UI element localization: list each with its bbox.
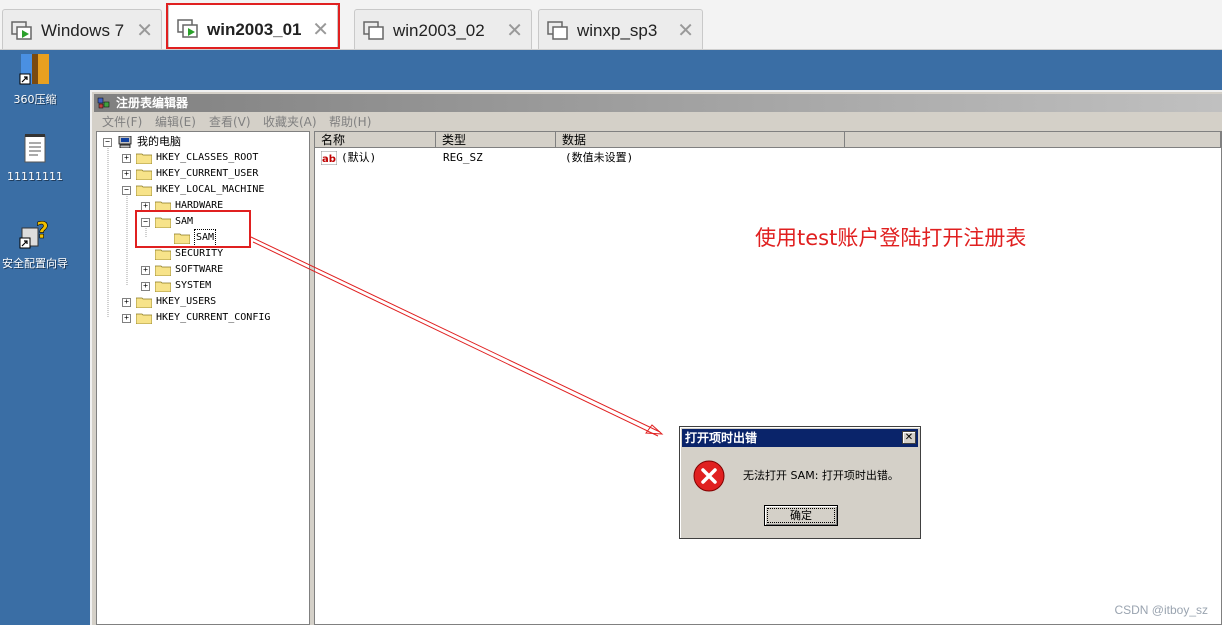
tree-node-label: SYSTEM <box>175 280 212 291</box>
annotation-text: 使用test账户登陆打开注册表 <box>755 226 1027 250</box>
desktop-icon-security-wizard[interactable]: ? 安全配置向导 <box>0 216 70 271</box>
svg-text:?: ? <box>36 219 49 244</box>
folder-icon <box>155 281 171 292</box>
regedit-title: 注册表编辑器 <box>116 96 189 110</box>
column-header-filler <box>845 132 1221 148</box>
tree-node-label: HKEY_LOCAL_MACHINE <box>156 184 265 195</box>
value-type: REG_SZ <box>443 151 483 164</box>
tree-node-label: HKEY_CURRENT_CONFIG <box>156 312 271 323</box>
collapse-icon[interactable]: − <box>103 138 112 147</box>
tree-node-label: SECURITY <box>175 248 224 259</box>
vm-running-icon <box>11 21 32 40</box>
tab-label: Windows 7 <box>41 21 125 40</box>
tab-win2003-01[interactable]: win2003_01 ✕ <box>168 4 338 49</box>
expand-icon[interactable]: + <box>141 282 150 291</box>
dialog-message: 无法打开 SAM: 打开项时出错。 <box>743 469 899 482</box>
sam-highlight-box <box>135 210 251 248</box>
expand-icon[interactable]: + <box>122 314 131 323</box>
watermark: CSDN @itboy_sz <box>1114 603 1208 617</box>
folder-icon <box>136 169 152 180</box>
dialog-title-bar[interactable]: 打开项时出错 ✕ <box>682 429 918 447</box>
value-name: (默认) <box>341 151 377 164</box>
svg-text:ab: ab <box>322 154 336 165</box>
column-header-name[interactable]: 名称 <box>315 132 436 148</box>
ok-button[interactable]: 确定 <box>764 505 838 526</box>
tab-label: win2003_02 <box>393 21 485 40</box>
desktop-icon-textfile[interactable]: 11111111 <box>0 133 70 183</box>
dialog-title: 打开项时出错 <box>685 431 758 445</box>
vm-icon <box>547 21 568 40</box>
menu-edit[interactable]: 编辑(E) <box>155 113 196 131</box>
tab-label: winxp_sp3 <box>577 21 658 40</box>
tree-node-label: 我的电脑 <box>137 135 181 148</box>
desktop-icon-label: 安全配置向导 <box>2 257 68 270</box>
close-icon[interactable]: ✕ <box>506 18 523 43</box>
vm-running-icon <box>177 19 198 38</box>
menu-favorites[interactable]: 收藏夹(A) <box>263 113 317 131</box>
string-value-icon: ab <box>321 151 337 165</box>
tab-win2003-02[interactable]: win2003_02 ✕ <box>354 9 532 49</box>
desktop-icon-label: 11111111 <box>7 170 63 183</box>
archive-icon <box>19 54 49 85</box>
menu-help[interactable]: 帮助(H) <box>329 113 371 131</box>
regedit-title-bar[interactable]: 注册表编辑器 <box>94 94 1222 112</box>
menu-file[interactable]: 文件(F) <box>102 113 142 131</box>
text-file-icon <box>24 134 46 163</box>
value-data: (数值未设置) <box>565 151 634 164</box>
vm-icon <box>363 21 384 40</box>
folder-icon <box>136 313 152 324</box>
close-icon[interactable]: ✕ <box>902 431 916 444</box>
registry-values-list[interactable]: 名称 类型 数据 ab (默认) REG_SZ (数值未设置) <box>314 131 1222 625</box>
desktop-icon-360zip[interactable]: 360压缩 <box>0 52 70 107</box>
computer-icon <box>118 136 132 148</box>
collapse-icon[interactable]: − <box>122 186 131 195</box>
tree-node-label: HKEY_CLASSES_ROOT <box>156 152 259 163</box>
close-icon[interactable]: ✕ <box>136 18 153 43</box>
error-dialog: 打开项时出错 ✕ 无法打开 SAM: 打开项时出错。 确定 <box>679 426 921 539</box>
expand-icon[interactable]: + <box>141 266 150 275</box>
tab-windows-7[interactable]: Windows 7 ✕ <box>2 9 162 49</box>
tree-node-label: HKEY_USERS <box>156 296 217 307</box>
desktop-icon-label: 360压缩 <box>13 93 57 106</box>
tab-winxp-sp3[interactable]: winxp_sp3 ✕ <box>538 9 703 49</box>
menu-view[interactable]: 查看(V) <box>209 113 251 131</box>
folder-icon <box>136 297 152 308</box>
folder-icon <box>136 153 152 164</box>
vm-tab-bar: Windows 7 ✕ win2003_01 ✕ win2003_02 ✕ wi… <box>0 0 1222 50</box>
close-icon[interactable]: ✕ <box>312 17 329 42</box>
expand-icon[interactable]: + <box>122 154 131 163</box>
folder-icon <box>155 249 171 260</box>
menu-bar: 文件(F) 编辑(E) 查看(V) 收藏夹(A) 帮助(H) <box>94 113 1222 131</box>
regedit-icon <box>97 97 110 109</box>
registry-tree[interactable]: − 我的电脑 + HKEY_CLASSES_ROOT + HKEY_CURREN… <box>96 131 310 625</box>
tab-label: win2003_01 <box>207 20 302 39</box>
tree-node-label: HKEY_CURRENT_USER <box>156 168 259 179</box>
folder-open-icon <box>136 185 152 196</box>
close-icon[interactable]: ✕ <box>677 18 694 43</box>
expand-icon[interactable]: + <box>122 170 131 179</box>
expand-icon[interactable]: + <box>122 298 131 307</box>
column-header-data[interactable]: 数据 <box>556 132 845 148</box>
error-icon <box>693 460 725 492</box>
folder-icon <box>155 265 171 276</box>
security-wizard-icon: ? <box>19 219 49 249</box>
tree-node-label: SOFTWARE <box>175 264 224 275</box>
column-header-type[interactable]: 类型 <box>436 132 556 148</box>
